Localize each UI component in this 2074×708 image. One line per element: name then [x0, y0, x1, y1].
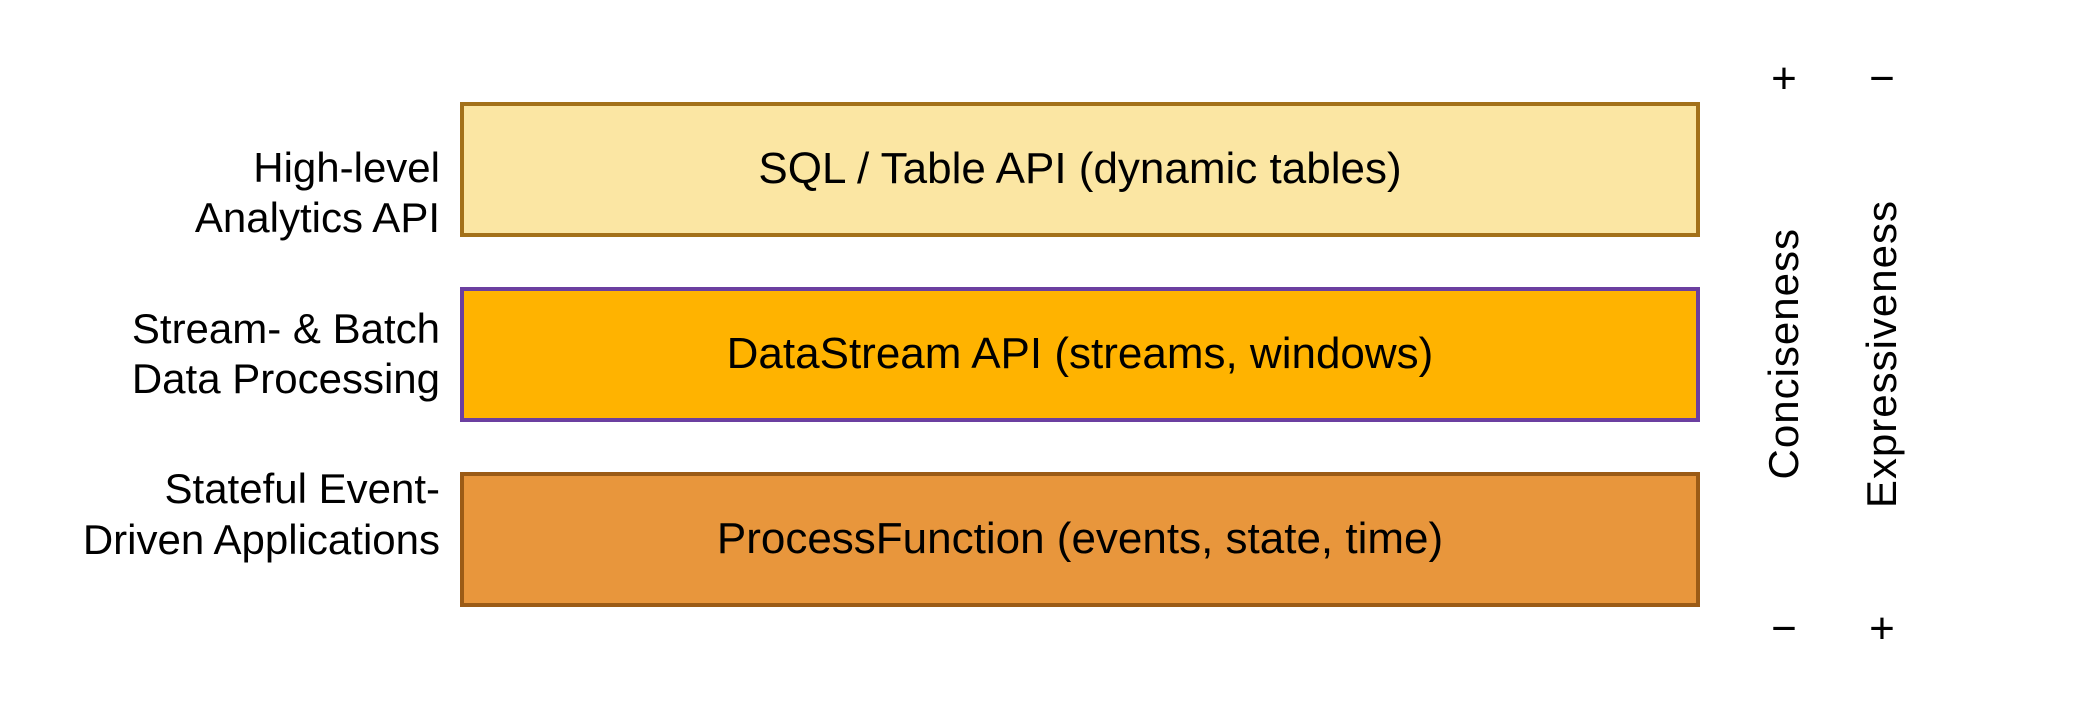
label-line: High-level	[253, 144, 440, 191]
label-line: Driven Applications	[83, 516, 440, 563]
api-layers-column: SQL / Table API (dynamic tables) DataStr…	[460, 102, 1700, 607]
plus-sign: +	[1869, 604, 1895, 654]
plus-sign: +	[1771, 54, 1797, 104]
label-line: Stream- & Batch	[132, 305, 440, 352]
axis-expressiveness: − Expressiveness +	[1858, 54, 1906, 654]
layer-sql-table-api: SQL / Table API (dynamic tables)	[460, 102, 1700, 237]
axis-conciseness: + Conciseness −	[1760, 54, 1808, 654]
label-line: Analytics API	[195, 194, 440, 241]
layer-processfunction: ProcessFunction (events, state, time)	[460, 472, 1700, 607]
label-line: Data Processing	[132, 355, 440, 402]
label-stateful-event-driven: Stateful Event- Driven Applications	[40, 464, 440, 565]
axis-label-expressiveness: Expressiveness	[1858, 200, 1906, 508]
layer-text: ProcessFunction (events, state, time)	[717, 514, 1443, 564]
api-levels-diagram: High-level Analytics API Stream- & Batch…	[0, 0, 2074, 708]
layer-text: DataStream API (streams, windows)	[727, 329, 1434, 379]
minus-sign: −	[1771, 604, 1797, 654]
tradeoff-axes: + Conciseness − − Expressiveness +	[1760, 54, 1906, 654]
minus-sign: −	[1869, 54, 1895, 104]
label-stream-batch: Stream- & Batch Data Processing	[40, 304, 440, 405]
category-labels-column: High-level Analytics API Stream- & Batch…	[40, 143, 460, 565]
label-high-level-analytics: High-level Analytics API	[40, 143, 440, 244]
label-line: Stateful Event-	[165, 465, 440, 512]
layer-text: SQL / Table API (dynamic tables)	[758, 144, 1401, 194]
axis-label-conciseness: Conciseness	[1760, 228, 1808, 479]
layer-datastream-api: DataStream API (streams, windows)	[460, 287, 1700, 422]
